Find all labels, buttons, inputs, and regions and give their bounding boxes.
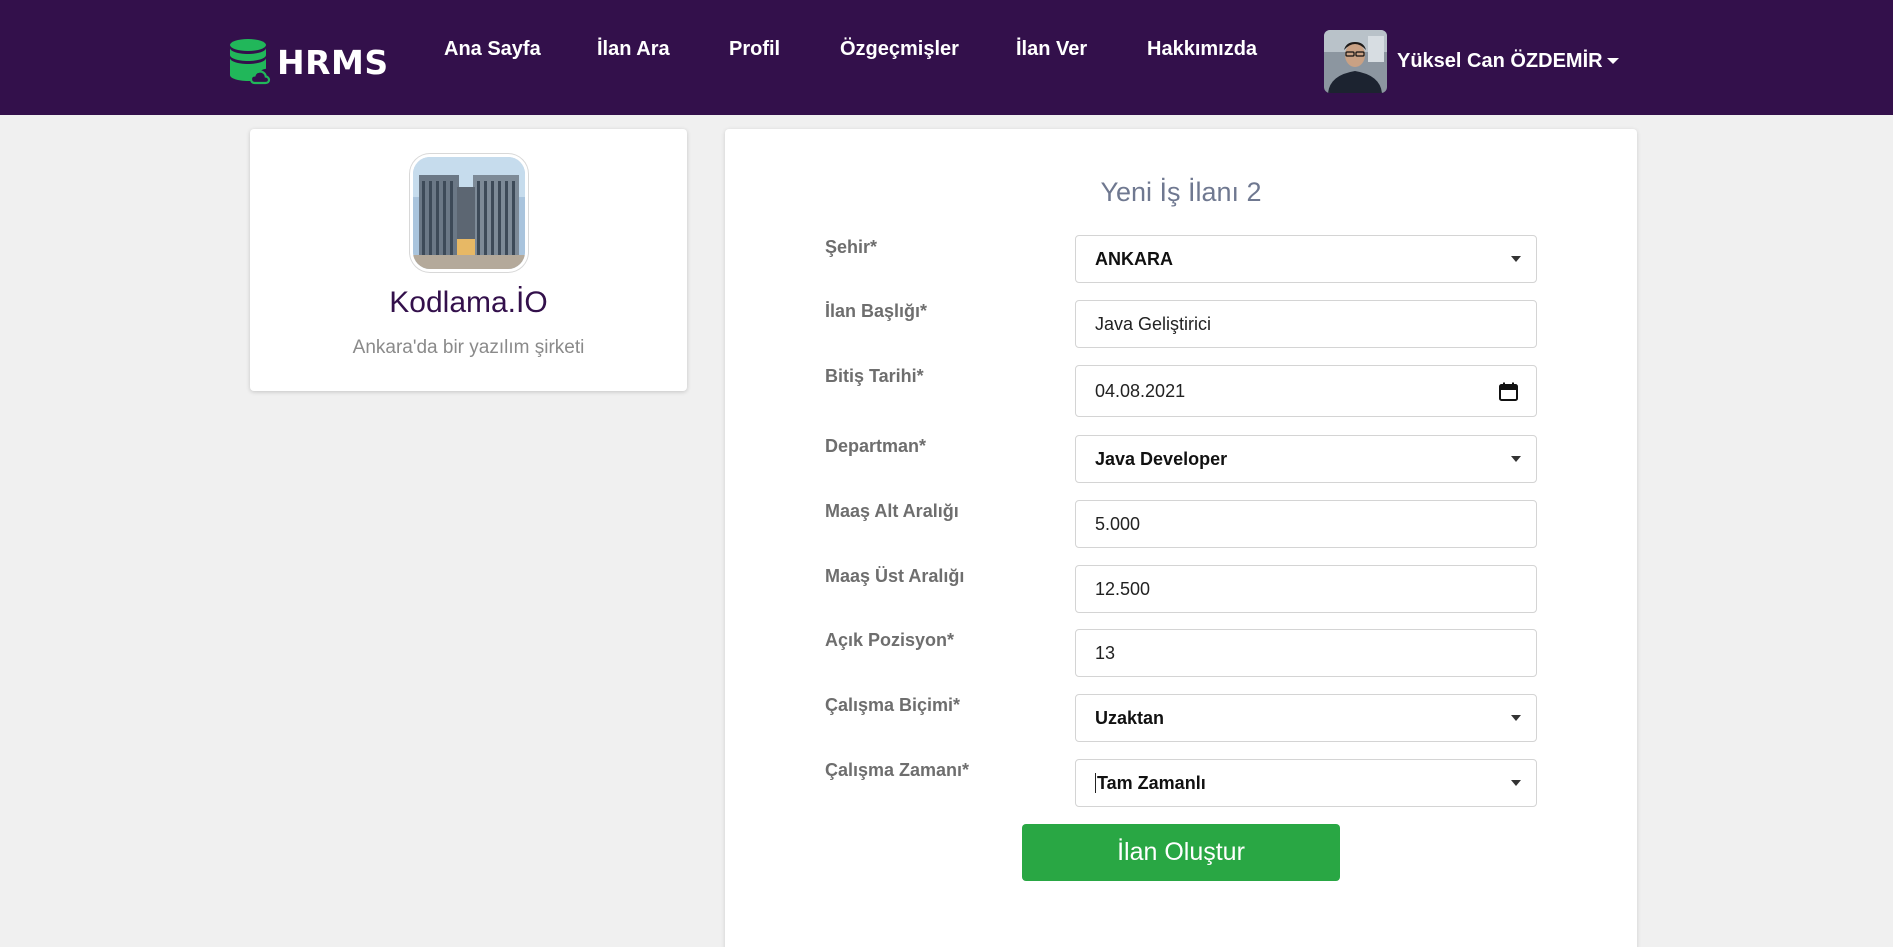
work-time-select[interactable]: Tam Zamanlı	[1075, 759, 1537, 807]
user-menu[interactable]: Yüksel Can ÖZDEMİR	[1324, 30, 1619, 93]
chevron-down-icon	[1511, 715, 1521, 721]
nav-link-ozgecmisler[interactable]: Özgeçmişler	[840, 38, 959, 61]
salary-min-value: 5.000	[1095, 513, 1141, 534]
salary-max-value: 12.500	[1095, 578, 1151, 599]
job-title-value: Java Geliştirici	[1095, 313, 1212, 334]
work-type-value: Uzaktan	[1095, 707, 1165, 728]
job-posting-form: Yeni İş İlanı 2 Şehir* ANKARA İlan Başlı…	[725, 129, 1637, 947]
city-select[interactable]: ANKARA	[1075, 235, 1537, 283]
nav-link-hakkimizda[interactable]: Hakkımızda	[1147, 38, 1257, 61]
chevron-down-icon	[1511, 780, 1521, 786]
brand-logo[interactable]: HRMS	[229, 39, 389, 85]
chevron-down-icon	[1511, 256, 1521, 262]
company-card: Kodlama.İO Ankara'da bir yazılım şirketi	[250, 129, 687, 391]
salary-max-label: Maaş Üst Aralığı	[825, 566, 965, 586]
city-value: ANKARA	[1095, 248, 1173, 269]
chevron-down-icon	[1511, 456, 1521, 462]
city-label: Şehir*	[825, 237, 878, 257]
work-type-label: Çalışma Biçimi*	[825, 695, 961, 715]
company-description: Ankara'da bir yazılım şirketi	[352, 337, 585, 358]
brand-name: HRMS	[277, 42, 389, 82]
department-value: Java Developer	[1095, 448, 1228, 469]
work-time-value: Tam Zamanlı	[1097, 772, 1206, 793]
open-positions-label: Açık Pozisyon*	[825, 630, 955, 650]
work-time-label: Çalışma Zamanı*	[825, 760, 970, 780]
job-title-input[interactable]: Java Geliştirici	[1075, 300, 1537, 348]
department-label: Departman*	[825, 436, 927, 456]
salary-min-label: Maaş Alt Aralığı	[825, 501, 959, 521]
calendar-icon[interactable]	[1499, 382, 1518, 401]
nav-link-profil[interactable]: Profil	[729, 38, 780, 61]
database-cloud-logo-icon	[230, 39, 271, 85]
company-name: Kodlama.İO	[389, 286, 548, 319]
nav-link-ilan-ver[interactable]: İlan Ver	[1016, 38, 1087, 61]
user-name: Yüksel Can ÖZDEMİR	[1397, 50, 1603, 72]
nav-link-ilan-ara[interactable]: İlan Ara	[597, 38, 670, 61]
salary-min-input[interactable]: 5.000	[1075, 500, 1537, 548]
department-select[interactable]: Java Developer	[1075, 435, 1537, 483]
open-positions-value: 13	[1095, 642, 1116, 663]
create-posting-button[interactable]: İlan Oluştur	[1022, 824, 1340, 881]
open-positions-input[interactable]: 13	[1075, 629, 1537, 677]
navbar: HRMS Ana Sayfa İlan Ara Profil Özgeçmişl…	[0, 0, 1893, 115]
end-date-label: Bitiş Tarihi*	[825, 366, 924, 386]
job-title-label: İlan Başlığı*	[825, 301, 928, 321]
nav-link-ana-sayfa[interactable]: Ana Sayfa	[444, 38, 541, 61]
text-cursor	[1095, 773, 1096, 793]
work-type-select[interactable]: Uzaktan	[1075, 694, 1537, 742]
end-date-input[interactable]: 04.08.2021	[1075, 365, 1537, 417]
end-date-value: 04.08.2021	[1095, 380, 1186, 401]
form-title: Yeni İş İlanı 2	[1100, 177, 1262, 207]
chevron-down-icon	[1606, 57, 1619, 64]
salary-max-input[interactable]: 12.500	[1075, 565, 1537, 613]
company-image	[410, 154, 528, 272]
avatar[interactable]	[1324, 30, 1387, 93]
